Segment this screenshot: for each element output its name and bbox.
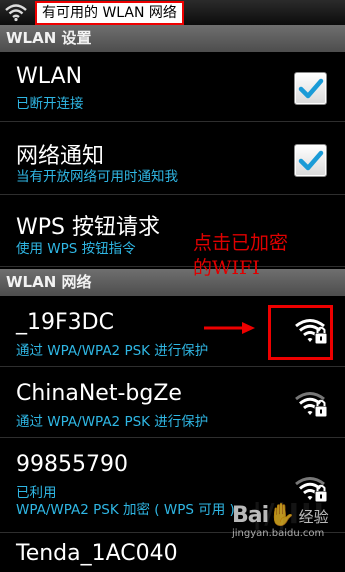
network-notification-row[interactable]: 网络通知 当有开放网络可用时通知我 xyxy=(0,122,345,195)
highlight-box xyxy=(268,305,333,360)
checkmark-icon xyxy=(298,78,324,99)
network-ssid: Tenda_1AC040 xyxy=(16,541,178,566)
watermark-jingyan: 经验 xyxy=(298,508,329,526)
baidu-jingyan-watermark: Bai✋ 经验 jingyan.baidu.com xyxy=(232,503,345,553)
row-title: WLAN xyxy=(16,64,83,89)
baidu-paw-icon: ✋ xyxy=(268,503,295,528)
section-header-wlan-networks: WLAN 网络 xyxy=(0,269,345,296)
red-arrow-icon xyxy=(204,322,255,334)
wlan-checkbox[interactable] xyxy=(294,72,327,105)
status-bar: 有可用的 WLAN 网络 xyxy=(0,0,345,25)
network-security: WPA/WPA2 PSK 加密 ( WPS 可用 ) xyxy=(16,502,235,518)
row-subtitle: 当有开放网络可用时通知我 xyxy=(16,169,178,185)
row-subtitle: 已断开连接 xyxy=(16,96,84,112)
network-ssid: ChinaNet-bgZe xyxy=(16,381,182,406)
network-security: 通过 WPA/WPA2 PSK 进行保护 xyxy=(16,414,209,430)
annotation-text: 点击已加密 的WIFI xyxy=(193,231,288,281)
network-ssid: _19F3DC xyxy=(16,310,114,335)
network-item[interactable]: ChinaNet-bgZe 通过 WPA/WPA2 PSK 进行保护 xyxy=(0,367,345,438)
wps-button-request-row[interactable]: WPS 按钮请求 使用 WPS 按钮指令 xyxy=(0,195,345,267)
watermark-url: jingyan.baidu.com xyxy=(232,528,325,539)
network-security: 通过 WPA/WPA2 PSK 进行保护 xyxy=(16,343,209,359)
row-title: 网络通知 xyxy=(16,144,105,169)
annotation-line-2: 的WIFI xyxy=(193,257,260,279)
section-header-wlan-settings: WLAN 设置 xyxy=(0,25,345,52)
wlan-toggle-row[interactable]: WLAN 已断开连接 xyxy=(0,52,345,122)
checkmark-icon xyxy=(298,150,324,171)
wifi-notification-icon xyxy=(5,4,27,22)
network-ssid: 99855790 xyxy=(16,452,128,477)
network-status: 已利用 xyxy=(16,485,57,501)
notification-text: 有可用的 WLAN 网络 xyxy=(35,1,184,25)
network-notification-checkbox[interactable] xyxy=(294,144,327,177)
row-subtitle: 使用 WPS 按钮指令 xyxy=(16,241,136,257)
wifi-locked-icon xyxy=(295,392,328,418)
watermark-brand: Bai xyxy=(232,503,269,528)
annotation-line-1: 点击已加密 xyxy=(193,232,289,254)
row-title: WPS 按钮请求 xyxy=(16,215,160,240)
